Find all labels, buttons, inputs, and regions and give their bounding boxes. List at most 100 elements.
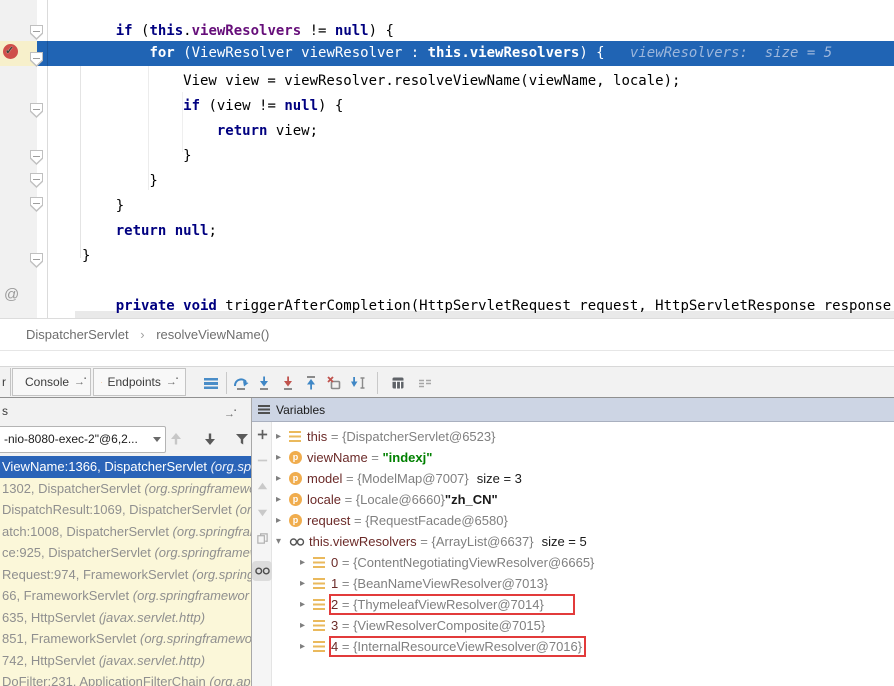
stack-frame-row[interactable]: 742, HttpServlet (javax.servlet.http) — [0, 650, 251, 672]
variable-row[interactable]: ▸pviewName = "indexj" — [272, 447, 894, 468]
variable-name: this — [307, 429, 327, 444]
stack-frame-row[interactable]: 66, FrameworkServlet (org.springframewor — [0, 585, 251, 607]
ide-window: @ if (this.viewResolvers != null) { for … — [0, 0, 894, 686]
breadcrumb: DispatcherServlet › resolveViewName() — [0, 318, 894, 351]
code-line: if (this.viewResolvers != null) { — [82, 22, 394, 41]
move-frame-down-button[interactable] — [202, 431, 220, 449]
add-watch-button[interactable] — [254, 426, 270, 442]
layout-settings-button[interactable] — [416, 374, 434, 392]
fold-marker-icon[interactable] — [30, 197, 43, 212]
stack-frame-row[interactable]: 851, FrameworkServlet (org.springframewo — [0, 628, 251, 650]
code-line: for (ViewResolver viewResolver : this.vi… — [82, 44, 832, 63]
move-down-icon — [256, 506, 269, 519]
move-down-button[interactable] — [254, 504, 270, 520]
filter-frames-button[interactable] — [234, 431, 252, 449]
tab-endpoints-label: Endpoints — [107, 375, 160, 389]
stack-frame-row[interactable]: 1302, DispatcherServlet (org.springframe… — [0, 478, 251, 500]
thread-dropdown-value: -nio-8080-exec-2"@6,2... — [4, 432, 138, 446]
variables-menu-icon[interactable] — [258, 405, 270, 414]
step-into-button[interactable] — [255, 374, 273, 392]
variable-row[interactable]: ▸3 = {ViewResolverComposite@7015} — [272, 615, 894, 636]
variable-row[interactable]: ▸4 = {InternalResourceViewResolver@7016} — [272, 636, 894, 657]
variables-panel: Variables — [252, 398, 894, 686]
code-line: private void triggerAfterCompletion(Http… — [82, 297, 894, 316]
breadcrumb-class[interactable]: DispatcherServlet — [26, 327, 129, 342]
drop-frame-button[interactable] — [325, 374, 343, 392]
stack-frame-row[interactable]: Request:974, FrameworkServlet (org.sprin… — [0, 564, 251, 586]
chevron-icon[interactable]: ▸ — [300, 599, 313, 610]
stack-frame-row[interactable]: 635, HttpServlet (javax.servlet.http) — [0, 607, 251, 629]
step-over-button[interactable] — [232, 374, 250, 392]
stack-frame-row[interactable]: DispatchResult:1069, DispatcherServlet (… — [0, 499, 251, 521]
duplicate-button[interactable] — [254, 530, 270, 546]
move-up-icon — [256, 480, 269, 493]
show-watches-toggle[interactable] — [252, 561, 272, 581]
run-to-cursor-button[interactable] — [349, 374, 367, 392]
tab-endpoints[interactable]: Endpoints — [93, 368, 186, 396]
variable-string-value: "zh_CN" — [445, 492, 498, 507]
stack-frame-row[interactable]: DoFilter:231, ApplicationFilterChain (or… — [0, 671, 251, 686]
step-out-icon — [303, 375, 319, 391]
stack-frame-row[interactable]: atch:1008, DispatcherServlet (org.spring… — [0, 521, 251, 543]
breadcrumb-method[interactable]: resolveViewName() — [156, 327, 269, 342]
variable-value: {ThymeleafViewResolver@7014} — [353, 597, 544, 612]
chevron-icon[interactable]: ▸ — [276, 473, 289, 484]
chevron-icon[interactable]: ▸ — [300, 641, 313, 652]
variable-row[interactable]: ▸this = {DispatcherServlet@6523} — [272, 426, 894, 447]
chevron-icon[interactable]: ▸ — [300, 578, 313, 589]
chevron-icon[interactable]: ▾ — [276, 536, 289, 547]
remove-watch-button[interactable] — [254, 452, 270, 468]
frames-list[interactable]: ViewName:1366, DispatcherServlet (org.sp… — [0, 456, 251, 686]
variables-title: Variables — [276, 403, 325, 417]
chevron-icon[interactable]: ▸ — [300, 620, 313, 631]
toolbar-separator — [226, 372, 227, 394]
thread-dropdown[interactable]: -nio-8080-exec-2"@6,2... — [0, 426, 166, 453]
equals-sign: = — [350, 513, 365, 528]
variable-row[interactable]: ▸pmodel = {ModelMap@7007}size = 3 — [272, 468, 894, 489]
equals-sign: = — [338, 597, 353, 612]
chevron-icon[interactable]: ▸ — [276, 515, 289, 526]
grid-view-icon — [390, 375, 406, 391]
variable-row[interactable]: ▸0 = {ContentNegotiatingViewResolver@666… — [272, 552, 894, 573]
tab-console[interactable]: Console — [12, 368, 91, 396]
fold-marker-icon[interactable] — [30, 25, 43, 40]
gutter-separator — [47, 0, 48, 318]
hamburger-icon[interactable] — [202, 374, 220, 392]
breakpoint-icon[interactable] — [3, 44, 18, 59]
up-arrow-icon — [168, 431, 184, 447]
variable-row[interactable]: ▸prequest = {RequestFacade@6580} — [272, 510, 894, 531]
fold-marker-icon[interactable] — [30, 173, 43, 188]
variable-name: request — [307, 513, 350, 528]
variable-name: 1 — [331, 576, 338, 591]
chevron-icon[interactable]: ▸ — [276, 452, 289, 463]
move-up-button[interactable] — [254, 478, 270, 494]
tab-debugger-partial[interactable]: r — [0, 368, 11, 396]
equals-sign: = — [338, 639, 353, 654]
variable-value: {BeanNameViewResolver@7013} — [353, 576, 548, 591]
fold-marker-icon[interactable] — [30, 103, 43, 118]
chevron-icon[interactable]: ▸ — [276, 431, 289, 442]
chevron-icon[interactable]: ▸ — [300, 557, 313, 568]
fold-marker-icon[interactable] — [30, 150, 43, 165]
fold-marker-icon[interactable] — [30, 253, 43, 268]
chevron-icon[interactable]: ▸ — [276, 494, 289, 505]
force-step-into-button[interactable] — [279, 374, 297, 392]
stack-frame-row[interactable]: ce:925, DispatcherServlet (org.springfra… — [0, 542, 251, 564]
variable-name: 4 — [331, 639, 338, 654]
step-out-button[interactable] — [302, 374, 320, 392]
move-frame-up-button[interactable] — [168, 431, 186, 449]
variables-tree[interactable]: ▸this = {DispatcherServlet@6523}▸pviewNa… — [272, 422, 894, 686]
variable-row[interactable]: ▾this.viewResolvers = {ArrayList@6637}si… — [272, 531, 894, 552]
stack-frame-row[interactable]: ViewName:1366, DispatcherServlet (org.sp… — [0, 456, 251, 478]
variable-row[interactable]: ▸1 = {BeanNameViewResolver@7013} — [272, 573, 894, 594]
frames-header-label: s — [2, 404, 8, 418]
code-editor[interactable]: @ if (this.viewResolvers != null) { for … — [0, 0, 894, 318]
grid-view-button[interactable] — [389, 374, 407, 392]
toolbar-separator — [377, 372, 378, 394]
equals-sign: = — [338, 555, 353, 570]
variable-row[interactable]: ▸plocale = {Locale@6660}"zh_CN" — [272, 489, 894, 510]
equals-sign: = — [338, 618, 353, 633]
code-line: } — [82, 247, 90, 266]
variable-row[interactable]: ▸2 = {ThymeleafViewResolver@7014} — [272, 594, 894, 615]
fold-marker-icon[interactable] — [30, 52, 43, 67]
